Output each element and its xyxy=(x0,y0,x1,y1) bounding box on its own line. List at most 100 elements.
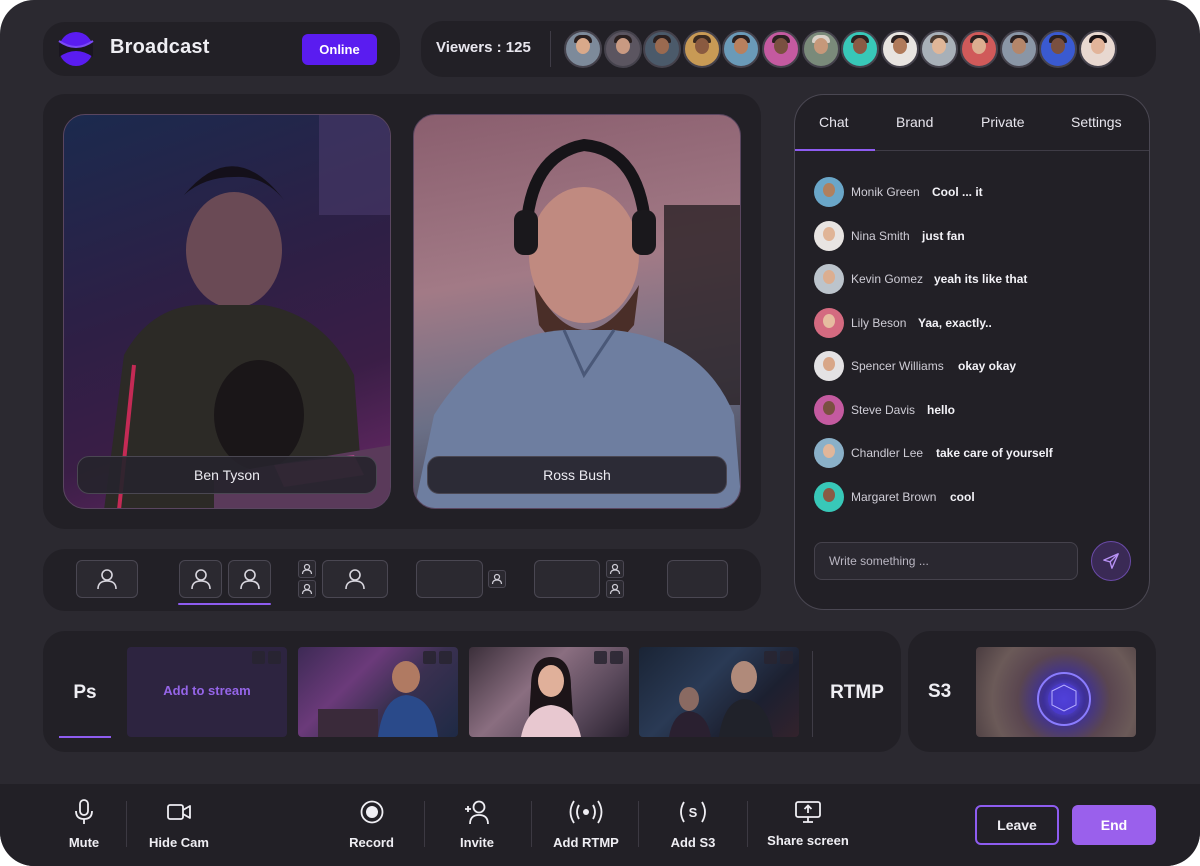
viewer-avatar[interactable] xyxy=(801,30,840,68)
layout-selector xyxy=(43,549,761,611)
viewer-avatar[interactable] xyxy=(1039,30,1078,68)
s3-thumbnail[interactable] xyxy=(976,647,1136,737)
user-icon xyxy=(239,569,260,590)
ps-source-tab[interactable]: Ps xyxy=(59,651,111,737)
mic-icon[interactable] xyxy=(423,651,436,664)
broadcast-app: Broadcast Online Viewers : 125 Ben Tyson… xyxy=(0,0,1200,866)
avatar xyxy=(814,221,844,251)
video-stage: Ben Tyson Ross Bush xyxy=(43,94,761,529)
viewers-bar: Viewers : 125 xyxy=(421,21,1156,77)
more-icon[interactable] xyxy=(268,651,281,664)
viewer-avatar[interactable] xyxy=(999,30,1038,68)
avatar xyxy=(814,395,844,425)
end-button[interactable]: End xyxy=(1072,805,1156,845)
message-author: Chandler Lee xyxy=(851,446,924,460)
viewer-avatar[interactable] xyxy=(959,30,998,68)
add-rtmp-label: Add RTMP xyxy=(553,835,619,850)
more-icon[interactable] xyxy=(610,651,623,664)
avatar xyxy=(814,438,844,468)
participant-video[interactable]: Ben Tyson xyxy=(63,114,391,509)
user-icon xyxy=(609,563,621,575)
viewer-avatar[interactable] xyxy=(761,30,800,68)
message-text: yeah its like that xyxy=(934,272,1028,286)
more-icon[interactable] xyxy=(439,651,452,664)
source-thumbnail[interactable] xyxy=(469,647,629,737)
mute-button[interactable]: Mute xyxy=(62,798,106,850)
rtmp-source-tab[interactable]: RTMP xyxy=(812,651,901,737)
viewer-avatar[interactable] xyxy=(880,30,919,68)
layout-mini-slot[interactable] xyxy=(488,570,506,588)
microphone-icon xyxy=(75,799,93,824)
user-icon xyxy=(97,569,117,590)
layout-empty-slot[interactable] xyxy=(534,560,600,598)
viewer-avatar[interactable] xyxy=(722,30,761,68)
layout-side-by-side-right[interactable] xyxy=(228,560,271,598)
thumb-controls xyxy=(594,651,623,664)
record-button[interactable]: Record xyxy=(344,798,399,850)
avatar xyxy=(814,177,844,207)
tab-chat[interactable]: Chat xyxy=(819,114,849,130)
share-screen-button[interactable]: Share screen xyxy=(764,800,852,848)
mic-icon[interactable] xyxy=(764,651,777,664)
active-source-indicator xyxy=(59,736,111,738)
s3-source-tab[interactable]: S3 xyxy=(928,651,951,733)
source-thumbnail[interactable] xyxy=(639,647,799,737)
mute-label: Mute xyxy=(68,835,100,850)
viewer-avatar[interactable] xyxy=(643,30,682,68)
leave-button[interactable]: Leave xyxy=(975,805,1059,845)
message-author: Lily Beson xyxy=(851,316,907,330)
broadcast-logo-icon xyxy=(58,32,94,66)
thumb-controls xyxy=(764,651,793,664)
add-s3-button[interactable]: S Add S3 xyxy=(664,798,722,850)
sources-bar: Ps Add to stream RTMP xyxy=(43,631,901,752)
hide-cam-button[interactable]: Hide Cam xyxy=(144,798,214,850)
user-icon xyxy=(301,563,313,575)
viewer-avatars xyxy=(564,30,1118,68)
invite-button[interactable]: Invite xyxy=(452,798,502,850)
layout-empty-slot[interactable] xyxy=(667,560,728,598)
layout-single[interactable] xyxy=(76,560,138,598)
chat-message-input[interactable] xyxy=(814,542,1078,580)
layout-mini-slot[interactable] xyxy=(606,580,624,598)
user-icon xyxy=(491,573,503,585)
divider xyxy=(126,801,127,847)
tab-brand[interactable]: Brand xyxy=(896,114,933,130)
active-tab-indicator xyxy=(795,149,875,151)
send-button[interactable] xyxy=(1091,541,1131,581)
source-thumbnail[interactable] xyxy=(298,647,458,737)
thumb-controls xyxy=(423,651,452,664)
message-text: Yaa, exactly.. xyxy=(918,316,992,330)
mic-icon[interactable] xyxy=(594,651,607,664)
invite-label: Invite xyxy=(460,835,494,850)
layout-mini-slot[interactable] xyxy=(298,560,316,578)
viewer-avatar[interactable] xyxy=(603,30,642,68)
mic-icon[interactable] xyxy=(252,651,265,664)
layout-mini-slot[interactable] xyxy=(298,580,316,598)
viewer-avatar[interactable] xyxy=(682,30,721,68)
tab-private[interactable]: Private xyxy=(981,114,1025,130)
message-author: Steve Davis xyxy=(851,403,916,417)
camera-icon xyxy=(167,804,191,820)
add-to-stream-slot[interactable]: Add to stream xyxy=(127,647,287,737)
viewer-avatar[interactable] xyxy=(564,30,602,68)
more-icon[interactable] xyxy=(780,651,793,664)
participant-name: Ben Tyson xyxy=(77,456,377,494)
add-s3-label: Add S3 xyxy=(670,835,716,850)
viewer-avatar[interactable] xyxy=(920,30,959,68)
viewers-count: Viewers : 125 xyxy=(436,39,531,56)
user-icon xyxy=(345,569,365,590)
tab-settings[interactable]: Settings xyxy=(1071,114,1122,130)
layout-side-by-side-left[interactable] xyxy=(179,560,222,598)
layout-empty-slot[interactable] xyxy=(416,560,483,598)
thumb-controls xyxy=(252,651,281,664)
layout-mini-slot[interactable] xyxy=(606,560,624,578)
user-icon xyxy=(609,583,621,595)
viewer-avatar[interactable] xyxy=(841,30,880,68)
divider xyxy=(424,801,425,847)
viewer-avatar[interactable] xyxy=(1078,30,1117,68)
user-icon xyxy=(301,583,313,595)
add-rtmp-button[interactable]: Add RTMP xyxy=(549,798,623,850)
participant-video[interactable]: Ross Bush xyxy=(413,114,741,509)
s3-source-panel: S3 xyxy=(908,631,1156,752)
layout-main-with-sidebar[interactable] xyxy=(322,560,388,598)
